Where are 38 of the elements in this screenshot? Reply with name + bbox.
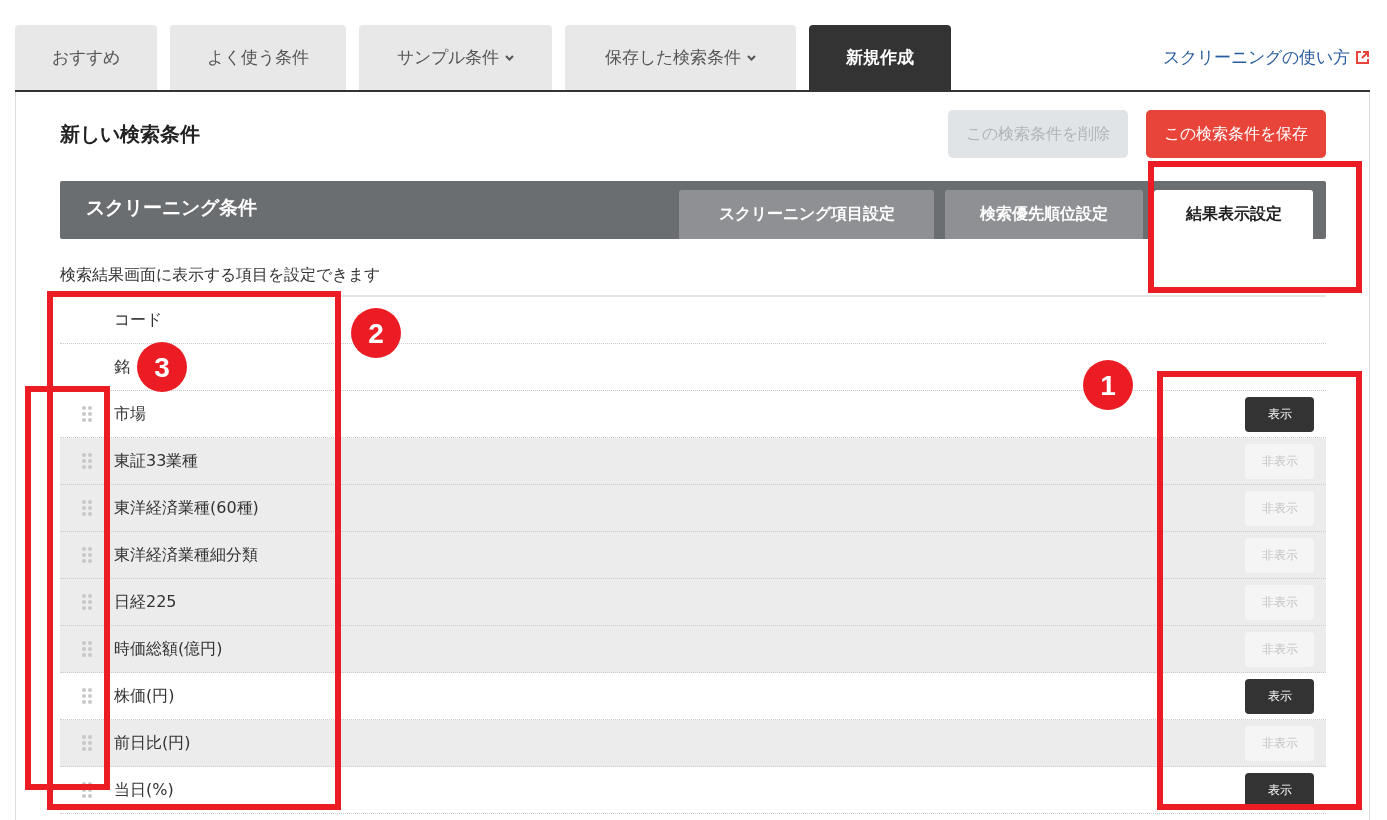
drag-handle-icon[interactable] [82,406,92,422]
annotation-marker: 1 [1083,360,1133,410]
item-label: 株価(円) [114,685,175,707]
drag-handle-icon[interactable] [82,453,92,469]
item-label: 東洋経済業種細分類 [114,544,258,566]
visibility-toggle[interactable]: 表示 [1245,396,1314,432]
nav-tab[interactable]: よく使う条件 [170,25,346,90]
item-label: 前日比(円) [114,732,191,754]
item-label: 時価総額(億円) [114,638,223,660]
section-tab[interactable]: 検索優先順位設定 [945,190,1143,239]
section-title: スクリーニング条件 [86,195,257,220]
item-label: 東洋経済業種(60種) [114,497,259,519]
item-label: 東証33業種 [114,450,199,472]
nav-tab[interactable]: サンプル条件 [359,25,552,90]
item-label: コード [114,309,162,331]
drag-handle-icon[interactable] [82,688,92,704]
page-title: 新しい検索条件 [60,120,200,148]
drag-handle-icon[interactable] [82,735,92,751]
annotation-marker: 3 [137,342,187,392]
section-tab[interactable]: スクリーニング項目設定 [679,190,934,239]
drag-handle-icon[interactable] [82,500,92,516]
drag-handle-icon[interactable] [82,547,92,563]
save-button[interactable]: この検索条件を保存 [1146,110,1326,158]
help-link[interactable]: スクリーニングの使い方 [1163,46,1370,69]
item-label: 当日(%) [114,779,174,801]
external-link-icon [1355,50,1370,65]
nav-tab[interactable]: 新規作成 [809,25,951,90]
item-label: 銘 [114,356,130,378]
drag-handle-icon[interactable] [82,641,92,657]
drag-handle-icon[interactable] [82,594,92,610]
annotation-marker: 2 [351,308,401,358]
drag-handle-icon[interactable] [82,782,92,798]
item-label: 日経225 [114,591,177,613]
section-tab[interactable]: 結果表示設定 [1154,190,1313,239]
visibility-toggle[interactable]: 表示 [1245,678,1314,714]
nav-tab[interactable]: 保存した検索条件 [565,25,796,90]
nav-tab[interactable]: おすすめ [15,25,157,90]
item-label: 市場 [114,403,146,425]
